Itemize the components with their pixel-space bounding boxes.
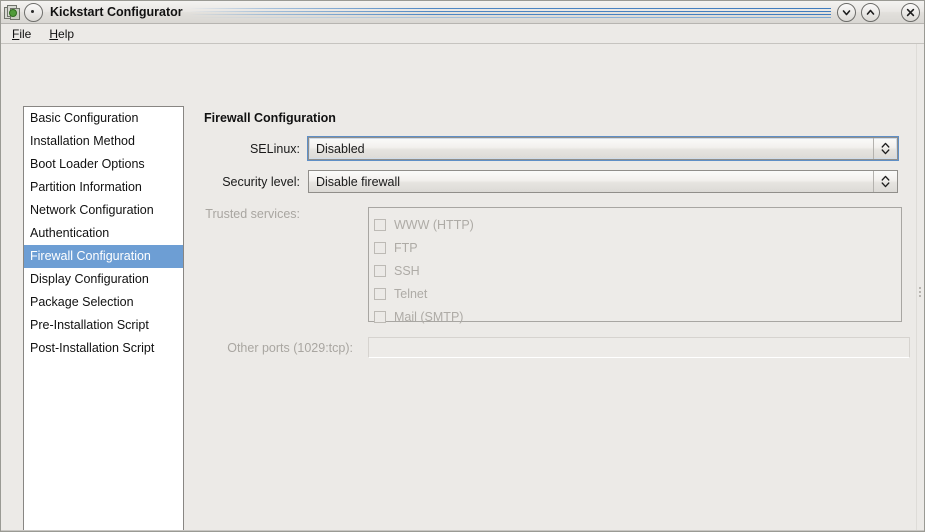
window-controls xyxy=(837,2,920,22)
menu-help-rest: elp xyxy=(58,26,75,41)
documents-icon xyxy=(4,4,21,21)
checkbox-mail-smtp[interactable] xyxy=(374,310,386,323)
sidebar-item-installation-method[interactable]: Installation Method xyxy=(24,130,183,153)
right-splitter[interactable] xyxy=(916,44,924,531)
selinux-value: Disabled xyxy=(316,141,365,156)
sidebar-item-firewall-configuration[interactable]: Firewall Configuration xyxy=(24,245,183,268)
sidebar-item-authentication[interactable]: Authentication xyxy=(24,222,183,245)
menu-help[interactable]: Help xyxy=(46,26,83,42)
window-menu-icon[interactable] xyxy=(24,2,43,22)
checkbox-label: SSH xyxy=(394,263,420,278)
close-button[interactable] xyxy=(901,2,920,22)
chevron-updown-icon xyxy=(873,138,897,159)
selinux-label: SELinux: xyxy=(249,141,300,156)
checkbox-label: WWW (HTTP) xyxy=(394,217,474,232)
checkbox-telnet[interactable] xyxy=(374,287,386,300)
menu-file-rest: ile xyxy=(19,26,32,41)
sidebar-item-label: Firewall Configuration xyxy=(30,249,151,263)
sidebar-item-display-configuration[interactable]: Display Configuration xyxy=(24,268,183,291)
security-level-dropdown[interactable]: Disable firewall xyxy=(308,170,898,193)
other-ports-input[interactable] xyxy=(368,337,910,358)
sidebar-item-label: Partition Information xyxy=(30,180,142,194)
maximize-button[interactable] xyxy=(861,2,880,22)
menu-bar: File Help xyxy=(1,24,924,44)
menu-help-accel: H xyxy=(49,26,59,41)
checkbox-ssh[interactable] xyxy=(374,264,386,277)
sidebar-item-label: Authentication xyxy=(30,226,110,240)
trusted-services-box: WWW (HTTP) FTP SSH Telnet Mail (SMTP) xyxy=(368,207,902,324)
section-list[interactable]: Basic Configuration Installation Method … xyxy=(23,106,184,531)
sidebar-item-basic-configuration[interactable]: Basic Configuration xyxy=(24,107,183,130)
title-bar: Kickstart Configurator xyxy=(1,1,924,24)
sidebar-item-label: Display Configuration xyxy=(30,272,149,286)
other-ports-label: Other ports (1029:tcp): xyxy=(227,341,353,355)
security-level-label: Security level: xyxy=(222,174,300,189)
checkbox-row-www-http[interactable]: WWW (HTTP) xyxy=(369,213,901,236)
chevron-updown-icon xyxy=(873,171,897,192)
sidebar-item-label: Basic Configuration xyxy=(30,111,139,125)
sidebar-item-label: Pre-Installation Script xyxy=(30,318,149,332)
selinux-row: SELinux: Disabled xyxy=(204,136,899,161)
checkbox-label: Telnet xyxy=(394,286,428,301)
sidebar-item-label: Network Configuration xyxy=(30,203,154,217)
checkbox-row-ftp[interactable]: FTP xyxy=(369,236,901,259)
sidebar-item-post-installation-script[interactable]: Post-Installation Script xyxy=(24,337,183,360)
splitter-grip-icon xyxy=(919,287,921,289)
checkbox-row-telnet[interactable]: Telnet xyxy=(369,282,901,305)
security-level-value: Disable firewall xyxy=(316,174,401,189)
window-bottom-edge xyxy=(1,530,924,531)
sidebar-item-network-configuration[interactable]: Network Configuration xyxy=(24,199,183,222)
checkbox-label: Mail (SMTP) xyxy=(394,309,464,324)
sidebar-item-label: Post-Installation Script xyxy=(30,341,155,355)
sidebar-item-label: Installation Method xyxy=(30,134,135,148)
sidebar-item-partition-information[interactable]: Partition Information xyxy=(24,176,183,199)
selinux-dropdown[interactable]: Disabled xyxy=(307,136,899,161)
kickstart-configurator-window: Kickstart Configurator File Help Basic C… xyxy=(0,0,925,532)
checkbox-label: FTP xyxy=(394,240,418,255)
checkbox-row-mail-smtp[interactable]: Mail (SMTP) xyxy=(369,305,901,328)
checkbox-www-http[interactable] xyxy=(374,218,386,231)
sidebar-item-boot-loader-options[interactable]: Boot Loader Options xyxy=(24,153,183,176)
sidebar-item-label: Boot Loader Options xyxy=(30,157,145,171)
title-decoration-stripes xyxy=(188,6,831,19)
checkbox-row-ssh[interactable]: SSH xyxy=(369,259,901,282)
page-title: Firewall Configuration xyxy=(204,111,336,125)
trusted-services-label: Trusted services: xyxy=(205,207,300,221)
menu-file[interactable]: File xyxy=(9,26,40,42)
checkbox-ftp[interactable] xyxy=(374,241,386,254)
sidebar-item-pre-installation-script[interactable]: Pre-Installation Script xyxy=(24,314,183,337)
sidebar-item-label: Package Selection xyxy=(30,295,134,309)
security-level-row: Security level: Disable firewall xyxy=(204,170,898,193)
minimize-button[interactable] xyxy=(837,2,856,22)
main-content: Basic Configuration Installation Method … xyxy=(1,44,924,531)
window-title: Kickstart Configurator xyxy=(50,5,183,19)
sidebar-item-package-selection[interactable]: Package Selection xyxy=(24,291,183,314)
